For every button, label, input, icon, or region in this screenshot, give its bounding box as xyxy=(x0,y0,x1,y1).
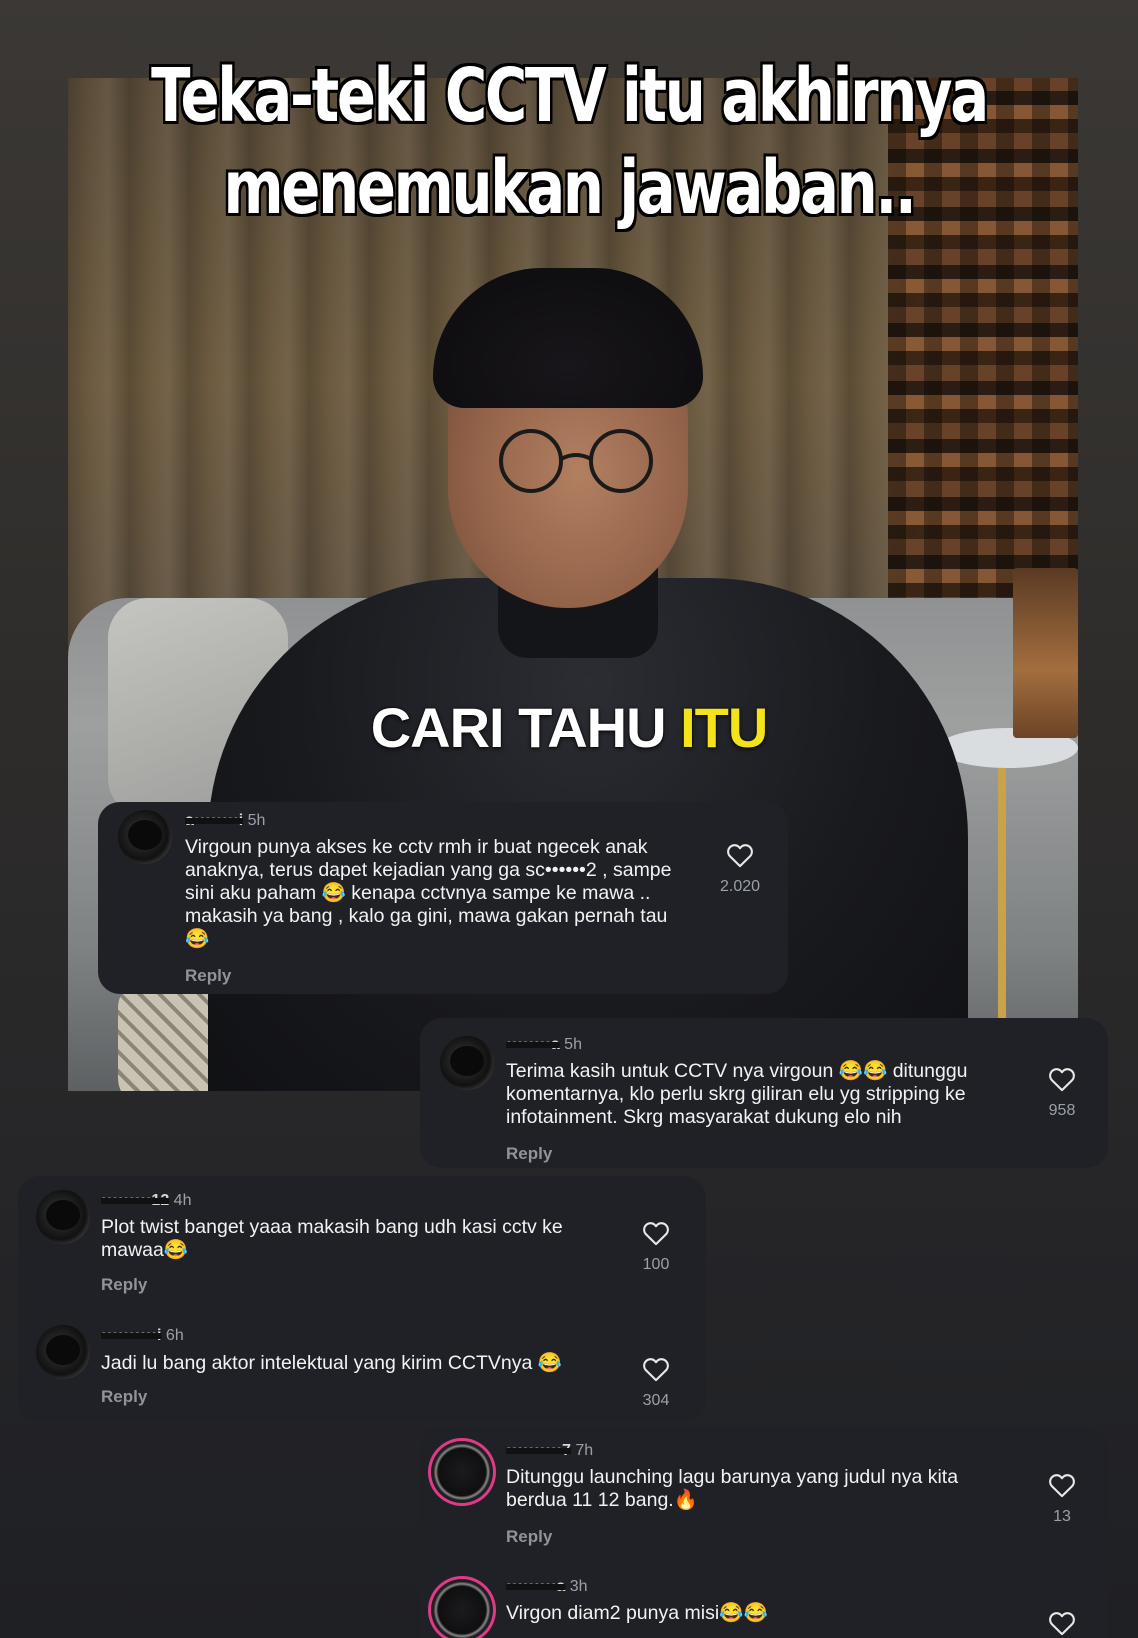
heart-outline-icon xyxy=(1049,1068,1075,1092)
video-title-line-1: Teka-teki CCTV itu akhirnya xyxy=(151,53,989,139)
heart-outline-icon xyxy=(643,1358,669,1382)
reply-button[interactable]: Reply xyxy=(101,1387,147,1407)
comment-text: Terima kasih untuk CCTV nya virgoun 😂😂 d… xyxy=(506,1060,968,1128)
comment-time: 3h xyxy=(569,1578,588,1595)
comment-username[interactable]: a••••••••i xyxy=(185,812,243,829)
like-count: 958 xyxy=(1048,1102,1076,1119)
comment-text: Virgon diam2 punya misi😂😂 xyxy=(506,1602,768,1624)
comment-time: 7h xyxy=(575,1442,594,1459)
comment-card: ••••••••••7 7h Ditunggu launching lagu b… xyxy=(420,1426,1108,1638)
like-button[interactable]: 958 xyxy=(1032,1066,1092,1120)
caption-highlight: ITU xyxy=(680,696,768,759)
comment-username[interactable]: ••••••••••i xyxy=(101,1327,161,1344)
avatar[interactable] xyxy=(434,1444,490,1500)
heart-outline-icon xyxy=(643,1222,669,1246)
comment-text: Jadi lu bang aktor intelektual yang kiri… xyxy=(101,1352,563,1374)
comment-meta: ••••••••••7 7h xyxy=(506,1442,593,1460)
like-button[interactable]: 304 xyxy=(626,1356,686,1410)
comment-username[interactable]: ••••••••a xyxy=(506,1036,560,1053)
like-button[interactable] xyxy=(1032,1610,1092,1636)
like-button[interactable]: 2.020 xyxy=(710,842,770,896)
comment-card: ••••••••a 5h Terima kasih untuk CCTV nya… xyxy=(420,1018,1108,1168)
like-count: 100 xyxy=(642,1256,670,1273)
comment-username[interactable]: ••••••••••7 xyxy=(506,1442,571,1459)
heart-outline-icon xyxy=(727,844,753,868)
glasses-icon xyxy=(499,429,653,493)
comment-meta: ••••••••••i 6h xyxy=(101,1327,184,1345)
comment-text: Plot twist banget yaaa makasih bang udh … xyxy=(101,1216,563,1261)
video-caption: CARI TAHU ITU xyxy=(0,695,1138,760)
comment-card: a••••••••i 5h Virgoun punya akses ke cct… xyxy=(98,802,788,994)
reply-button[interactable]: Reply xyxy=(506,1527,552,1547)
comment-meta: •••••••••a 3h xyxy=(506,1578,588,1596)
comment-card: •••••••••12 4h Plot twist banget yaaa ma… xyxy=(18,1176,706,1422)
reply-button[interactable]: Reply xyxy=(506,1144,552,1164)
hair xyxy=(433,268,703,408)
avatar[interactable] xyxy=(440,1036,494,1090)
like-count: 304 xyxy=(642,1392,670,1409)
video-title-line-2: menemukan jawaban.. xyxy=(223,145,916,231)
video-title: Teka-teki CCTV itu akhirnya menemukan ja… xyxy=(125,50,1013,234)
avatar[interactable] xyxy=(36,1325,90,1379)
like-button[interactable]: 13 xyxy=(1032,1472,1092,1526)
comment-text: Ditunggu launching lagu barunya yang jud… xyxy=(506,1466,959,1511)
heart-outline-icon xyxy=(1049,1612,1075,1636)
comment-time: 4h xyxy=(173,1192,192,1209)
reply-button[interactable]: Reply xyxy=(101,1275,147,1295)
like-button[interactable]: 100 xyxy=(626,1220,686,1274)
comment-meta: a••••••••i 5h xyxy=(185,812,265,830)
reply-button[interactable]: Reply xyxy=(185,966,231,986)
comment-time: 6h xyxy=(165,1327,184,1344)
like-count: 2.020 xyxy=(719,878,761,895)
avatar[interactable] xyxy=(434,1582,490,1638)
avatar[interactable] xyxy=(118,810,172,864)
comment-time: 5h xyxy=(564,1036,582,1053)
comment-username[interactable]: •••••••••12 xyxy=(101,1192,169,1209)
comment-meta: •••••••••12 4h xyxy=(101,1192,191,1210)
caption-main: CARI TAHU xyxy=(370,696,681,759)
avatar[interactable] xyxy=(36,1190,90,1244)
comment-time: 5h xyxy=(247,812,266,829)
heart-outline-icon xyxy=(1049,1474,1075,1498)
like-count: 13 xyxy=(1053,1508,1071,1525)
comment-username[interactable]: •••••••••a xyxy=(506,1578,565,1595)
comment-meta: ••••••••a 5h xyxy=(506,1036,582,1054)
comment-text: Virgoun punya akses ke cctv rmh ir buat … xyxy=(185,836,672,950)
